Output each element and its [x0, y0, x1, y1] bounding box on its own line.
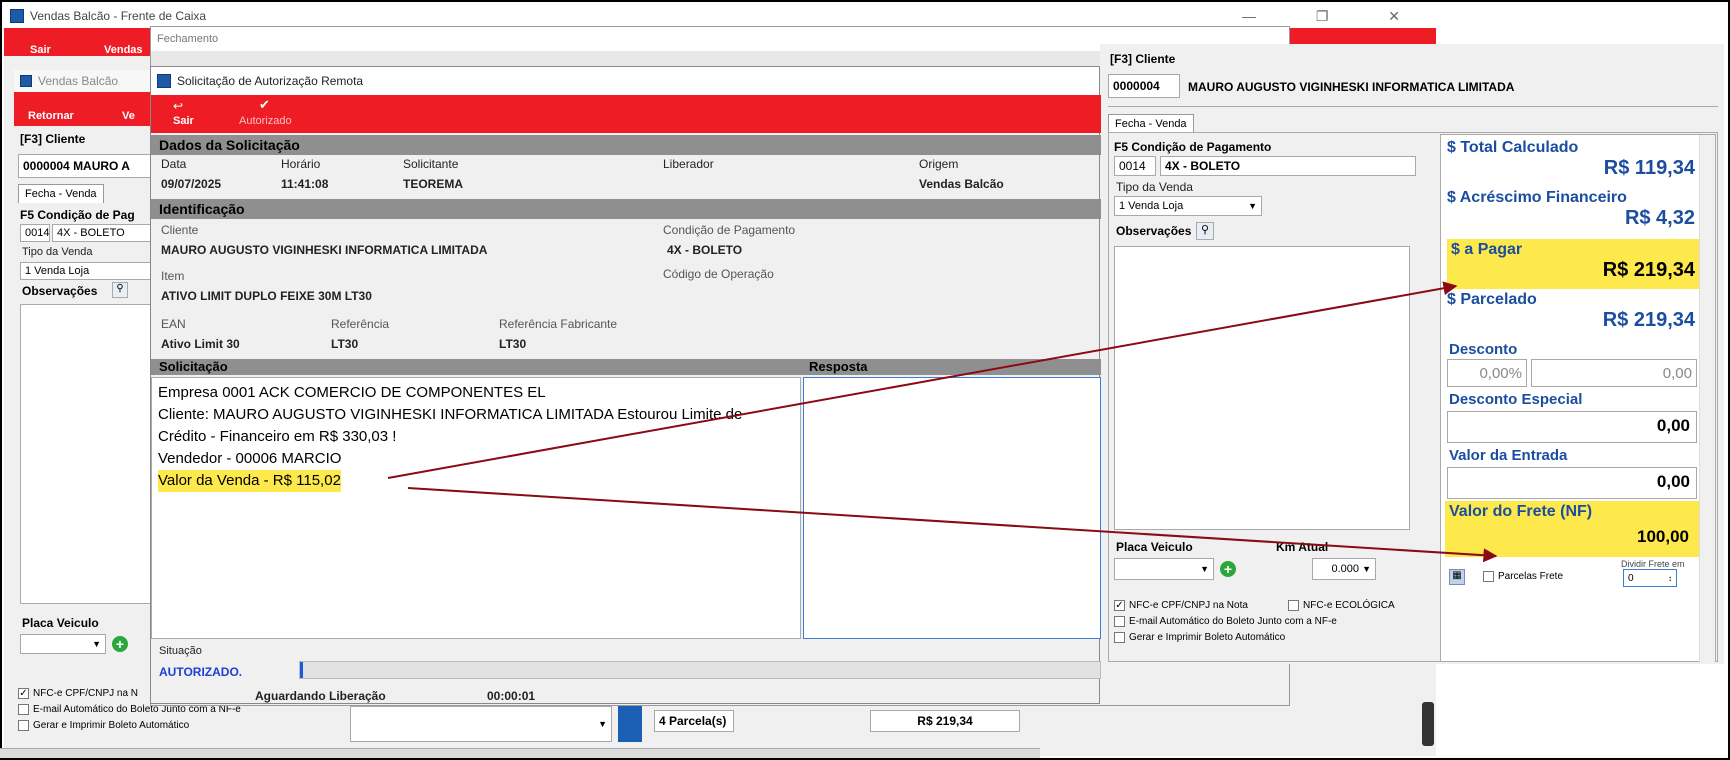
arrow-to-apagar: [387, 281, 1458, 479]
annotation-arrows: [387, 281, 1498, 563]
arrow-to-frete: [407, 487, 1498, 563]
